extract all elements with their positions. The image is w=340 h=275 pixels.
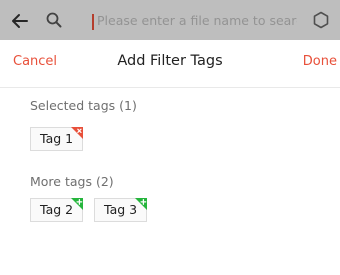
add-tag-icon[interactable] bbox=[71, 198, 84, 210]
dim-overlay bbox=[0, 0, 340, 40]
screen: Please enter a file name to searc Cancel… bbox=[0, 0, 340, 275]
available-tag[interactable]: Tag 3 bbox=[94, 198, 148, 222]
sheet-title: Add Filter Tags bbox=[117, 53, 223, 69]
filter-tags-sheet: Cancel Add Filter Tags Done Selected tag… bbox=[0, 40, 340, 275]
done-button[interactable]: Done bbox=[303, 54, 337, 69]
search-bar: Please enter a file name to searc bbox=[0, 0, 340, 40]
selected-tag[interactable]: Tag 1 bbox=[30, 127, 84, 151]
more-tags-heading: More tags (2) bbox=[30, 174, 114, 189]
available-tag[interactable]: Tag 2 bbox=[30, 198, 84, 222]
selected-tags-heading: Selected tags (1) bbox=[30, 98, 137, 113]
tag-label: Tag 2 bbox=[40, 202, 74, 217]
tag-label: Tag 1 bbox=[40, 131, 74, 146]
remove-tag-icon[interactable] bbox=[71, 127, 84, 139]
tag-label: Tag 3 bbox=[104, 202, 138, 217]
sheet-header: Cancel Add Filter Tags Done bbox=[0, 40, 340, 88]
add-tag-icon[interactable] bbox=[135, 198, 148, 210]
